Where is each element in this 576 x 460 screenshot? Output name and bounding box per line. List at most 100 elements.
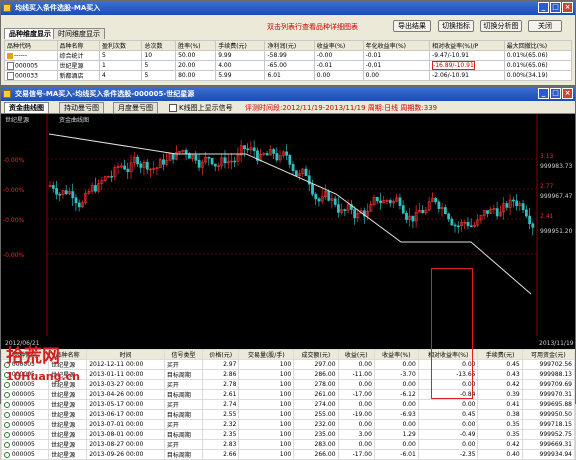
tab-by-time[interactable]: 时间维度显示: [53, 28, 105, 39]
col-time[interactable]: 时间: [86, 349, 165, 360]
equity-tick-label: 999983.73: [540, 163, 573, 170]
cell: 0.00: [417, 419, 479, 430]
show-signals-checkbox[interactable]: K线图上显示信号: [169, 103, 233, 113]
table-row[interactable]: 000005 世纪星源 2013-04-26 00:00 目标周期 2.61 100 261…: [0, 389, 576, 400]
candle-body: [434, 197, 438, 203]
candle-body: [469, 225, 473, 228]
col-win-rate[interactable]: 胜率(%): [175, 40, 217, 51]
table-row[interactable]: 000005 世纪星源 2012-12-11 00:00 买开 2.97 100 297.0…: [0, 359, 576, 370]
cell: 1: [98, 60, 143, 71]
left-tick-label: -0.00%: [3, 187, 25, 194]
cell: -17.00: [337, 389, 375, 400]
candle-body: [171, 153, 175, 160]
col-return[interactable]: 收益率(%): [373, 349, 419, 360]
col-return[interactable]: 收益率(%): [313, 40, 364, 51]
tab-monthly-pnl[interactable]: 月度曼亏图: [113, 102, 158, 113]
candle-body: [291, 164, 295, 171]
candle-body: [51, 185, 55, 189]
candle-body: [58, 193, 62, 196]
candle-body: [252, 147, 256, 152]
cell: 综合统计: [56, 50, 100, 61]
candle-body: [184, 149, 188, 154]
table-row[interactable]: 000005 世纪星源 2013-09-26 00:00 目标周期 2.66 100 266…: [0, 449, 576, 460]
cell: 0.43: [477, 369, 523, 380]
table-row[interactable]: 000005 世纪星源 2013-07-01 00:00 买开 2.32 100 232.0…: [0, 419, 576, 430]
maximize-icon[interactable]: □: [550, 2, 561, 13]
cell: 0.00: [337, 359, 375, 370]
col-fee[interactable]: 手续费(元): [215, 40, 266, 51]
table-row[interactable]: 000005 世纪星源 2013-03-27 00:00 买开 2.78 100 278.0…: [0, 379, 576, 390]
cell: 0.00: [417, 439, 479, 450]
cell: -11.00: [337, 369, 375, 380]
close-icon[interactable]: ×: [562, 88, 573, 99]
col-code[interactable]: 品种代码: [4, 40, 58, 51]
cell: 买开: [163, 379, 204, 390]
candle-body: [456, 225, 460, 228]
col-name[interactable]: 品种名称: [56, 40, 100, 51]
tab-by-symbol[interactable]: 品种维度显示: [4, 28, 56, 39]
maximize-icon[interactable]: □: [550, 88, 561, 99]
trade-icon: [4, 451, 10, 458]
cell: -65.00: [264, 60, 315, 71]
cell: 000005: [0, 409, 50, 420]
cell: 3.00: [337, 429, 375, 440]
candle-body: [311, 183, 314, 195]
cell: 10: [141, 50, 177, 61]
minimize-icon[interactable]: _: [538, 2, 549, 13]
col-annual-return[interactable]: 年化收益率(%): [362, 40, 431, 51]
candle-body: [401, 205, 405, 214]
chart-background: [1, 114, 575, 348]
equity-tick-label: 999967.47: [540, 193, 573, 200]
switch-indicator-button[interactable]: 切换指标: [438, 20, 474, 32]
switch-chart-button[interactable]: 切换分析图: [480, 20, 522, 32]
col-net-profit[interactable]: 净利润(元): [264, 40, 315, 51]
col-signal-type[interactable]: 信号类型: [163, 349, 204, 360]
col-max-drawdown[interactable]: 最大回撤比(%): [503, 40, 573, 51]
cell: -17.00: [337, 449, 375, 460]
table-row[interactable]: 000005 世纪星源 2013-01-11 00:00 目标周期 2.86 100 286…: [0, 369, 576, 380]
tab-equity-curve[interactable]: 资金曲线图: [4, 102, 49, 113]
table-row[interactable]: 000033 新都酒店 4 5 80.00 5.99 6.01 0.00 0.0…: [4, 70, 573, 81]
cell: 6.01: [264, 70, 315, 81]
document-icon: [7, 61, 14, 70]
col-available-funds[interactable]: 可用资金(元): [521, 349, 576, 360]
close-button[interactable]: 关闭: [528, 20, 562, 32]
col-profit[interactable]: 收益(元): [337, 349, 375, 360]
col-amount[interactable]: 成交额(元): [293, 349, 339, 360]
cell: 目标周期: [163, 449, 204, 460]
minimize-icon[interactable]: _: [538, 88, 549, 99]
close-icon[interactable]: ×: [562, 2, 573, 13]
trade-icon: [4, 391, 10, 398]
col-relative-return[interactable]: 相对收益率(%): [417, 349, 479, 360]
candle-body: [223, 157, 227, 164]
col-fee[interactable]: 手续费(元): [477, 349, 523, 360]
table-row[interactable]: 000005 世纪星源 2013-05-17 00:00 买开 2.74 100 274.0…: [0, 399, 576, 410]
cell: 4: [98, 70, 143, 81]
table-row[interactable]: 000005 世纪星源 1 5 20.00 4.00 -65.00 -0.01 …: [4, 60, 573, 71]
cell: 0.35: [477, 419, 523, 430]
cell: 0.00: [337, 419, 375, 430]
table-row[interactable]: ------ 综合统计 5 10 50.00 9.99 -58.99 -0.00…: [4, 50, 573, 61]
candle-body: [294, 170, 298, 176]
cell: 0.45: [477, 359, 523, 370]
cell: 2013-06-17 00:00: [86, 409, 165, 420]
candle-body: [453, 224, 457, 227]
cell: 2012-12-11 00:00: [86, 359, 165, 370]
col-win-count[interactable]: 盈利次数: [98, 40, 143, 51]
table-row[interactable]: 000005 世纪星源 2013-06-17 00:00 目标周期 2.55 100 255…: [0, 409, 576, 420]
cell: 世纪星源: [48, 439, 88, 450]
signal-window-titlebar: 交易信号-MA买入-均线买入条件选股-000005-世纪星源 _ □ ×: [1, 87, 575, 101]
table-row[interactable]: 000005 世纪星源 2013-08-01 00:00 目标周期 2.35 100 235…: [0, 429, 576, 440]
col-relative-return[interactable]: 相对收益率(%)/P: [429, 40, 505, 51]
watermark-logo: 拾荒网 10Huang.cn: [6, 346, 81, 384]
candle-body: [495, 208, 499, 217]
equity-kline-chart[interactable]: -0.00% -0.00% -0.00% -0.00% 3.13 2.77 2.41 9999…: [1, 114, 575, 348]
table-row[interactable]: 000005 世纪星源 2013-08-27 00:00 买开 2.83 100 283.0…: [0, 439, 576, 450]
cell: 100: [238, 429, 295, 440]
cell: 266.00: [293, 449, 339, 460]
col-price[interactable]: 价格(元): [202, 349, 240, 360]
tab-holding-pnl[interactable]: 持动曼亏图: [59, 102, 104, 113]
col-total-count[interactable]: 总次数: [141, 40, 177, 51]
export-button[interactable]: 导出结果: [393, 20, 431, 32]
col-volume[interactable]: 交易量(股/手): [238, 349, 295, 360]
